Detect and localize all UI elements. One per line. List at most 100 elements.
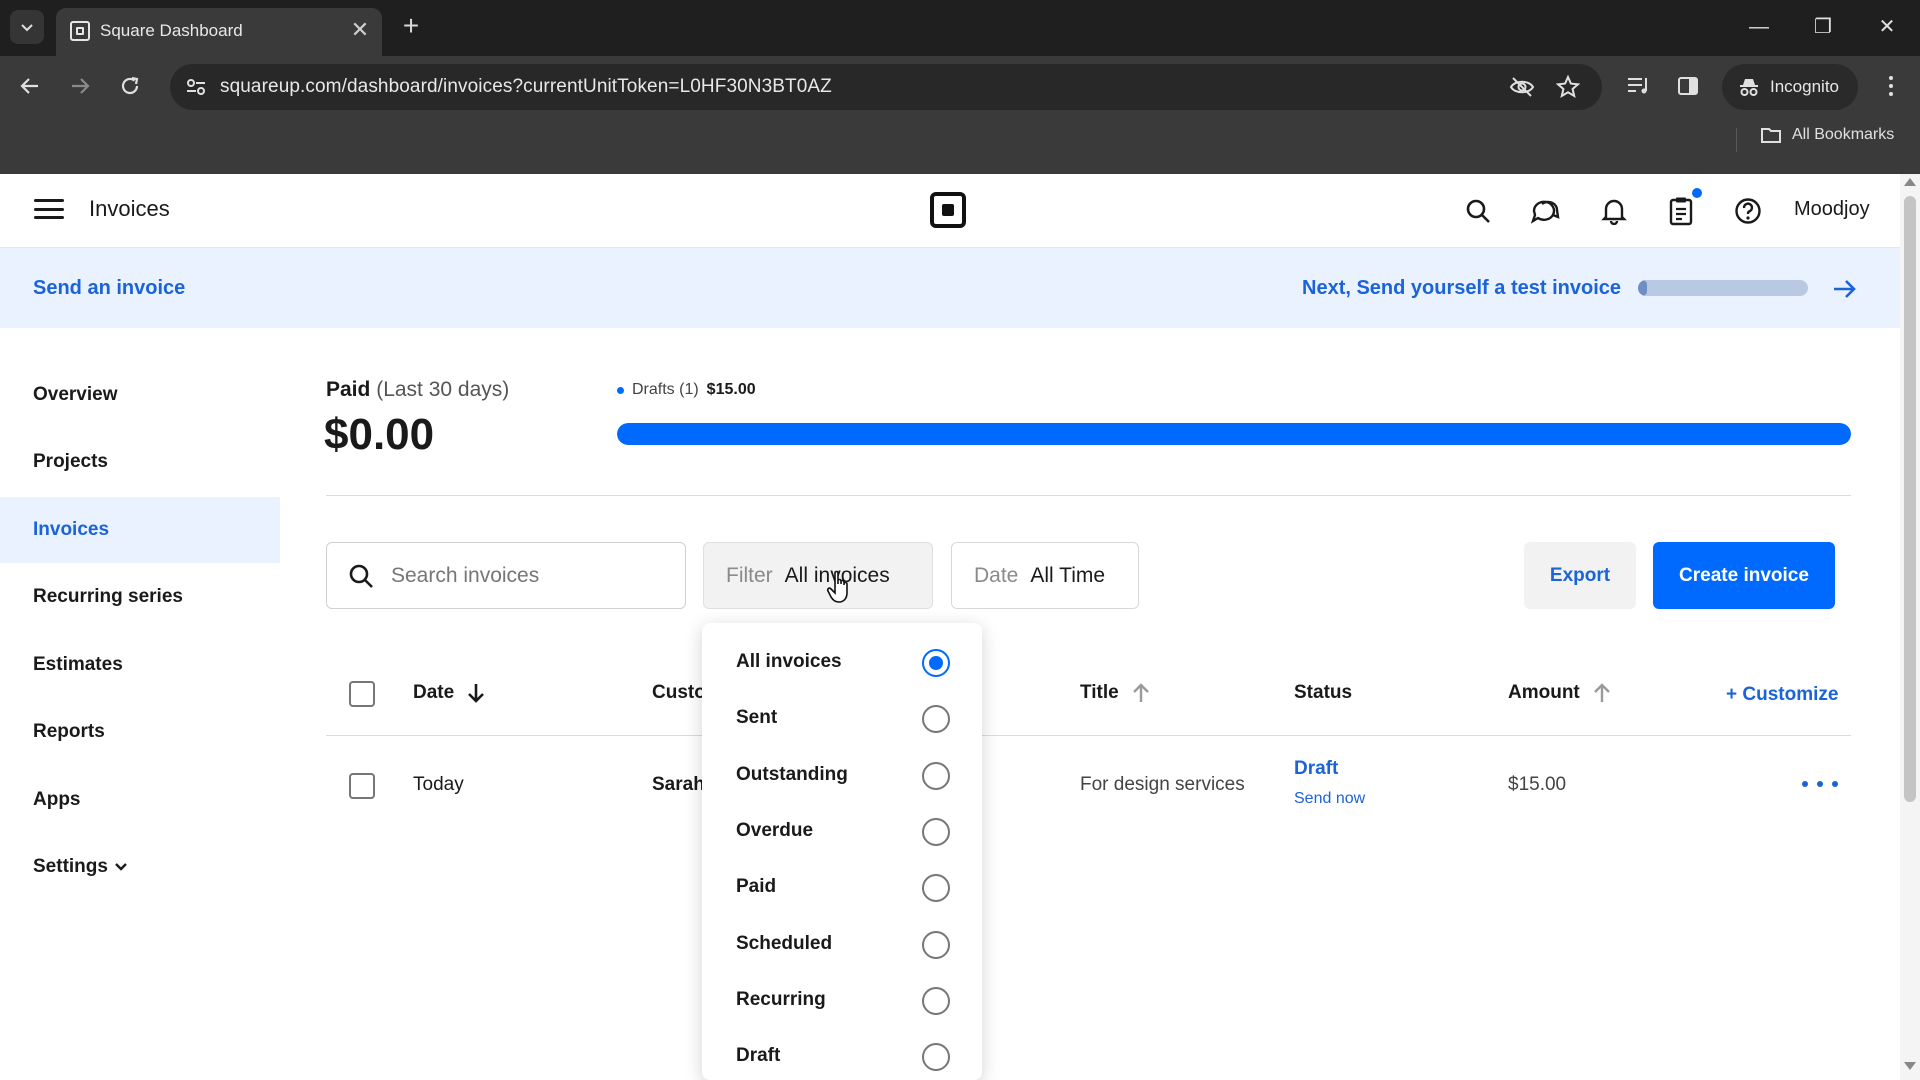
- reload-button[interactable]: [114, 70, 146, 102]
- incognito-badge[interactable]: Incognito: [1722, 64, 1858, 110]
- filter-option-overdue[interactable]: Overdue: [702, 805, 982, 861]
- drafts-bar-segment: [617, 423, 1851, 445]
- radio-icon[interactable]: [922, 874, 950, 902]
- customize-columns-link[interactable]: + Customize: [1726, 684, 1838, 706]
- tab-search-button[interactable]: [10, 10, 44, 44]
- sidebar-item-invoices[interactable]: Invoices: [0, 497, 280, 563]
- star-icon[interactable]: [1554, 73, 1582, 101]
- drafts-amount: $15.00: [706, 381, 756, 398]
- filter-option-label: Draft: [736, 1045, 781, 1066]
- tab-title: Square Dashboard: [100, 21, 243, 40]
- folder-icon: [1761, 128, 1781, 143]
- send-invoice-link[interactable]: Send an invoice: [33, 277, 185, 300]
- radio-icon[interactable]: [922, 762, 950, 790]
- search-box[interactable]: [326, 542, 686, 609]
- filter-option-all-invoices[interactable]: All invoices: [702, 636, 982, 692]
- browser-menu-icon[interactable]: [1876, 70, 1906, 102]
- account-name[interactable]: Moodjoy: [1794, 198, 1870, 221]
- sidebar-item-apps[interactable]: Apps: [0, 767, 280, 833]
- new-tab-button[interactable]: +: [396, 12, 426, 42]
- filter-option-label: Recurring: [736, 989, 826, 1010]
- help-icon[interactable]: [1731, 194, 1765, 228]
- filter-option-outstanding[interactable]: Outstanding: [702, 749, 982, 805]
- send-now-link[interactable]: Send now: [1294, 790, 1365, 808]
- filter-option-draft[interactable]: Draft: [702, 1030, 982, 1080]
- restore-button[interactable]: ❐: [1806, 12, 1840, 42]
- row-checkbox[interactable]: [349, 773, 375, 799]
- sidebar-item-projects[interactable]: Projects: [0, 429, 280, 495]
- url-text[interactable]: squareup.com/dashboard/invoices?currentU…: [220, 76, 832, 98]
- table-header-divider: [326, 735, 1851, 736]
- address-bar[interactable]: squareup.com/dashboard/invoices?currentU…: [170, 64, 1602, 110]
- reload-icon: [121, 76, 139, 95]
- hamburger-menu-icon[interactable]: [34, 196, 64, 222]
- clipboard-icon[interactable]: [1664, 194, 1698, 228]
- row-title: For design services: [1080, 774, 1245, 795]
- paid-amount: $0.00: [324, 410, 435, 459]
- forward-button[interactable]: [64, 70, 96, 102]
- row-amount: $15.00: [1508, 774, 1567, 795]
- filter-option-label: Overdue: [736, 820, 814, 841]
- filter-option-label: Paid: [736, 876, 777, 897]
- drafts-legend-dot: [617, 386, 624, 394]
- sidebar-item-recurring-series[interactable]: Recurring series: [0, 564, 280, 630]
- reading-list-icon[interactable]: [1622, 70, 1654, 102]
- minimize-button[interactable]: —: [1742, 12, 1776, 42]
- more-actions-icon[interactable]: [1802, 774, 1838, 794]
- eye-off-icon[interactable]: [1508, 73, 1536, 101]
- radio-icon[interactable]: [922, 931, 950, 959]
- column-header-label: Date: [413, 682, 455, 703]
- radio-icon[interactable]: [922, 987, 950, 1015]
- square-logo-icon[interactable]: [930, 192, 966, 228]
- column-header-status[interactable]: Status: [1294, 682, 1352, 704]
- filter-option-scheduled[interactable]: Scheduled: [702, 918, 982, 974]
- column-header-title[interactable]: Title: [1080, 682, 1151, 704]
- scroll-down-icon[interactable]: [1904, 1062, 1916, 1070]
- search-input[interactable]: [391, 553, 671, 599]
- sidebar-item-reports[interactable]: Reports: [0, 699, 280, 765]
- all-bookmarks-button[interactable]: All Bookmarks: [1760, 126, 1894, 144]
- next-step-link[interactable]: Next, Send yourself a test invoice: [1302, 277, 1621, 300]
- scrollbar-thumb[interactable]: [1904, 196, 1916, 802]
- arrow-up-icon: [1593, 683, 1610, 702]
- column-header-customer[interactable]: Custo: [652, 682, 706, 704]
- arrow-right-icon[interactable]: [1830, 274, 1860, 304]
- window-close-button[interactable]: ✕: [1870, 12, 1904, 42]
- status-badge: Draft: [1294, 758, 1339, 779]
- filter-option-label: All invoices: [736, 651, 842, 672]
- date-dropdown[interactable]: Date All Time: [951, 542, 1139, 609]
- filter-dropdown[interactable]: Filter All invoices: [703, 542, 933, 609]
- incognito-label: Incognito: [1770, 77, 1839, 96]
- bell-icon[interactable]: [1597, 194, 1631, 228]
- arrow-right-icon: [72, 78, 90, 94]
- filter-option-paid[interactable]: Paid: [702, 861, 982, 917]
- search-icon[interactable]: [1461, 194, 1495, 228]
- side-panel-icon[interactable]: [1672, 70, 1704, 102]
- filter-label: Filter: [726, 563, 773, 587]
- square-favicon-icon: [70, 21, 90, 41]
- create-invoice-button[interactable]: Create invoice: [1653, 542, 1835, 609]
- browser-tab[interactable]: Square Dashboard ✕: [56, 8, 382, 56]
- invoice-summary-bar: [617, 423, 1851, 445]
- site-info-icon[interactable]: [182, 73, 210, 101]
- back-button[interactable]: [14, 70, 46, 102]
- filter-option-sent[interactable]: Sent: [702, 692, 982, 748]
- radio-icon[interactable]: [922, 1043, 950, 1071]
- radio-icon[interactable]: [922, 818, 950, 846]
- radio-selected-icon[interactable]: [922, 649, 950, 677]
- messages-icon[interactable]: [1528, 194, 1562, 228]
- filter-option-recurring[interactable]: Recurring: [702, 974, 982, 1030]
- select-all-checkbox[interactable]: [349, 681, 375, 707]
- sidebar-item-settings[interactable]: Settings: [0, 834, 280, 900]
- column-header-amount[interactable]: Amount: [1508, 682, 1612, 704]
- export-button[interactable]: Export: [1524, 542, 1636, 609]
- column-header-date[interactable]: Date: [413, 682, 486, 704]
- tab-close-icon[interactable]: ✕: [348, 18, 372, 42]
- sidebar-item-estimates[interactable]: Estimates: [0, 632, 280, 698]
- date-label: Date: [974, 563, 1019, 587]
- scroll-up-icon[interactable]: [1904, 178, 1916, 186]
- chevron-down-icon: [21, 24, 33, 32]
- sidebar-item-overview[interactable]: Overview: [0, 362, 280, 428]
- radio-icon[interactable]: [922, 705, 950, 733]
- date-value: All Time: [1030, 563, 1106, 587]
